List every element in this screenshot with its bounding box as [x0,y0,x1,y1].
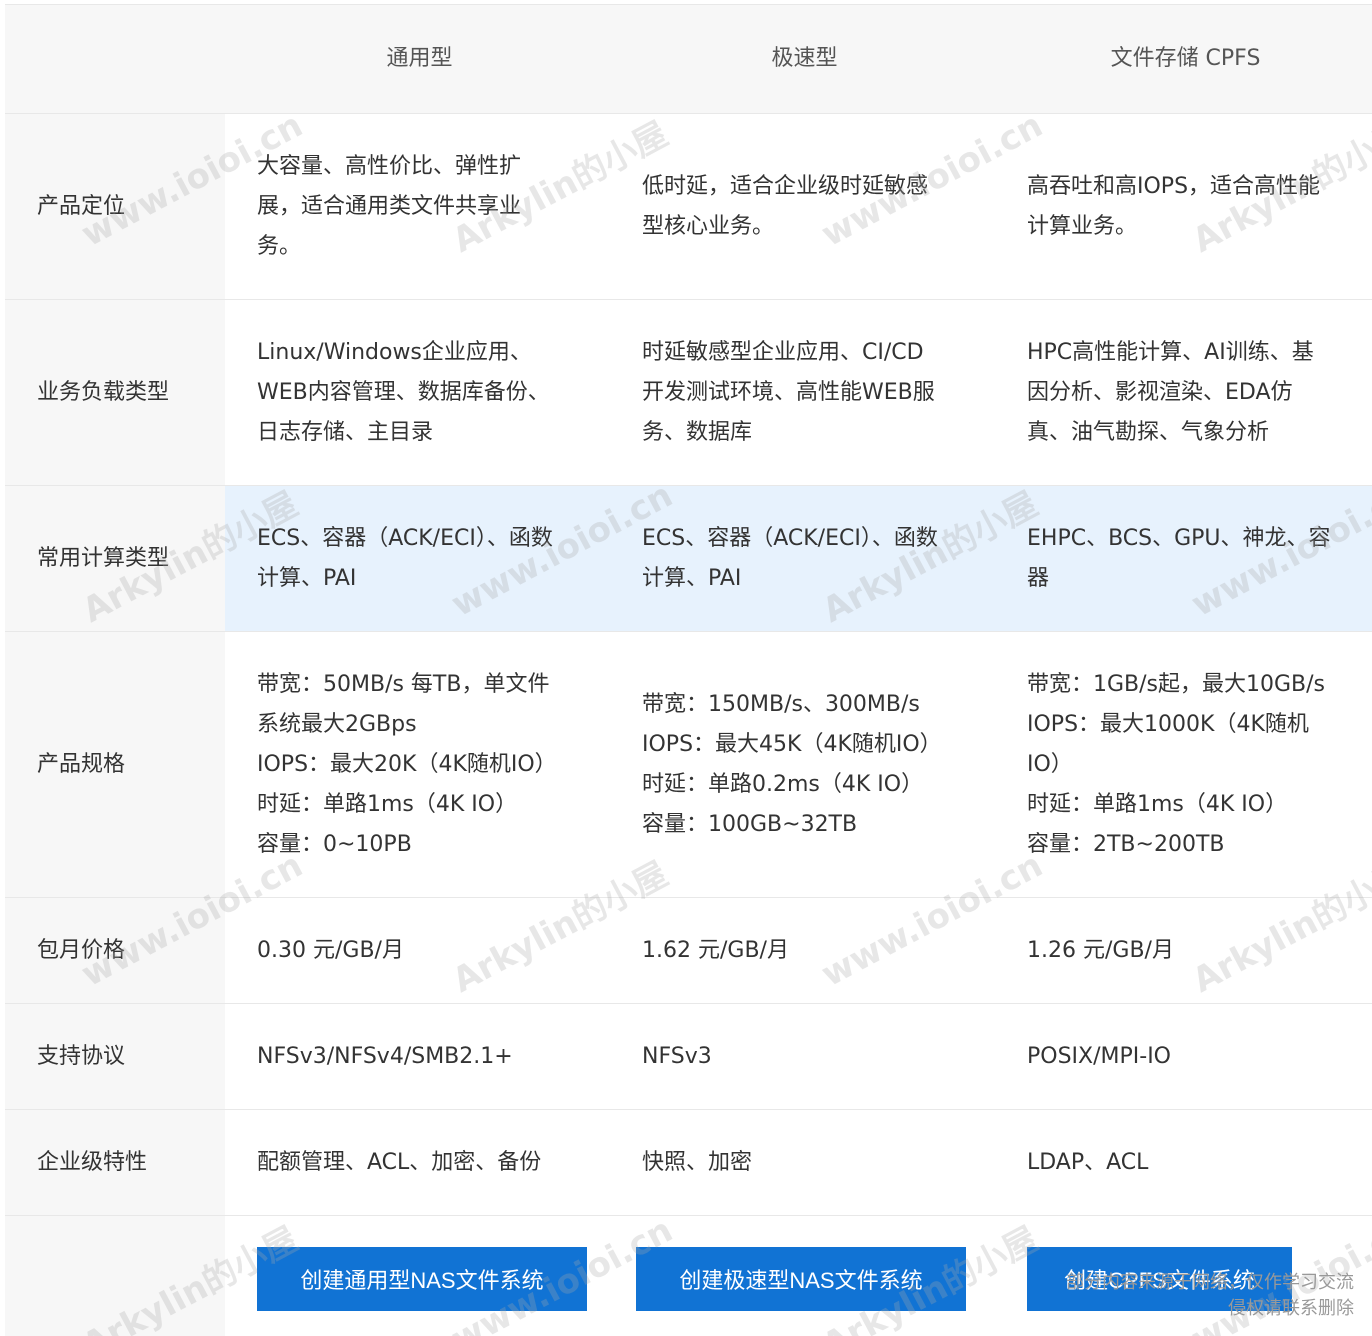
header-col-cpfs: 文件存储 CPFS [995,5,1372,113]
button-row-label [5,1216,225,1336]
table-cell: 高吞吐和高IOPS，适合高性能 计算业务。 [1027,173,1321,239]
table-cell: 快照、加密 [642,1149,753,1175]
create-general-nas-button[interactable]: 创建通用型NAS文件系统 [257,1246,587,1311]
table-header: 通用型 极速型 文件存储 CPFS [5,5,1372,114]
table-cell: 1.62 元/GB/月 [642,937,789,963]
row-label: 企业级特性 [5,1110,225,1215]
table-cell: ECS、容器（ACK/ECI）、函数 计算、PAI [225,486,610,631]
button-cell: 创建极速型NAS文件系统 [610,1216,995,1336]
table-cell: NFSv3/NFSv4/SMB2.1+ [257,1043,513,1069]
table-cell: 带宽：150MB/s、300MB/s IOPS：最大45K（4K随机IO） 时延… [642,691,942,837]
table-row: 包月价格 0.30 元/GB/月 1.62 元/GB/月 1.26 元/GB/月 [5,898,1372,1004]
table-row: 产品规格 带宽：50MB/s 每TB，单文件 系统最大2GBps IOPS：最大… [5,632,1372,898]
table-cell: ECS、容器（ACK/ECI）、函数 计算、PAI [610,486,995,631]
table-cell: POSIX/MPI-IO [1027,1043,1171,1069]
row-label: 支持协议 [5,1004,225,1109]
create-extreme-nas-button[interactable]: 创建极速型NAS文件系统 [636,1246,966,1311]
table-cell: 1.26 元/GB/月 [1027,937,1174,963]
table-cell: 大容量、高性价比、弹性扩 展，适合通用类文件共享业 务。 [257,153,522,259]
table-cell: 带宽：1GB/s起，最大10GB/s IOPS：最大1000K（4K随机 IO）… [1027,671,1326,857]
button-cell: 创建通用型NAS文件系统 [225,1216,610,1336]
table-cell: LDAP、ACL [1027,1149,1149,1175]
table-row: 业务负载类型 Linux/Windows企业应用、 WEB内容管理、数据库备份、… [5,300,1372,486]
table-row: 产品定位 大容量、高性价比、弹性扩 展，适合通用类文件共享业 务。 低时延，适合… [5,114,1372,300]
row-label: 产品定位 [5,114,225,299]
header-col-general: 通用型 [225,5,610,113]
header-empty-cell [5,5,225,113]
corner-disclaimer: 部分内容来源于网络，仅作学习交流 侵权请联系删除 [1066,1270,1354,1322]
row-label: 常用计算类型 [5,486,225,631]
comparison-table: 通用型 极速型 文件存储 CPFS 产品定位 大容量、高性价比、弹性扩 展，适合… [5,4,1372,1336]
row-label: 业务负载类型 [5,300,225,485]
disclaimer-line: 部分内容来源于网络，仅作学习交流 [1066,1272,1354,1293]
header-col-extreme: 极速型 [610,5,995,113]
table-row: 企业级特性 配额管理、ACL、加密、备份 快照、加密 LDAP、ACL [5,1110,1372,1216]
table-cell: 0.30 元/GB/月 [257,937,404,963]
table-cell: 时延敏感型企业应用、CI/CD 开发测试环境、高性能WEB服 务、数据库 [642,339,935,445]
table-cell: 配额管理、ACL、加密、备份 [257,1149,542,1175]
table-cell: Linux/Windows企业应用、 WEB内容管理、数据库备份、 日志存储、主… [257,339,550,445]
disclaimer-line: 侵权请联系删除 [1228,1298,1354,1319]
table-row: 常用计算类型 ECS、容器（ACK/ECI）、函数 计算、PAI ECS、容器（… [5,486,1372,632]
row-label: 包月价格 [5,898,225,1003]
table-cell: 低时延，适合企业级时延敏感 型核心业务。 [642,173,929,239]
table-row: 支持协议 NFSv3/NFSv4/SMB2.1+ NFSv3 POSIX/MPI… [5,1004,1372,1110]
table-cell: EHPC、BCS、GPU、神龙、容 器 [995,486,1372,631]
table-cell: NFSv3 [642,1043,712,1069]
table-cell: 带宽：50MB/s 每TB，单文件 系统最大2GBps IOPS：最大20K（4… [257,671,557,857]
table-cell: HPC高性能计算、AI训练、基 因分析、影视渲染、EDA仿 真、油气勘探、气象分… [1027,339,1314,445]
row-label: 产品规格 [5,632,225,897]
